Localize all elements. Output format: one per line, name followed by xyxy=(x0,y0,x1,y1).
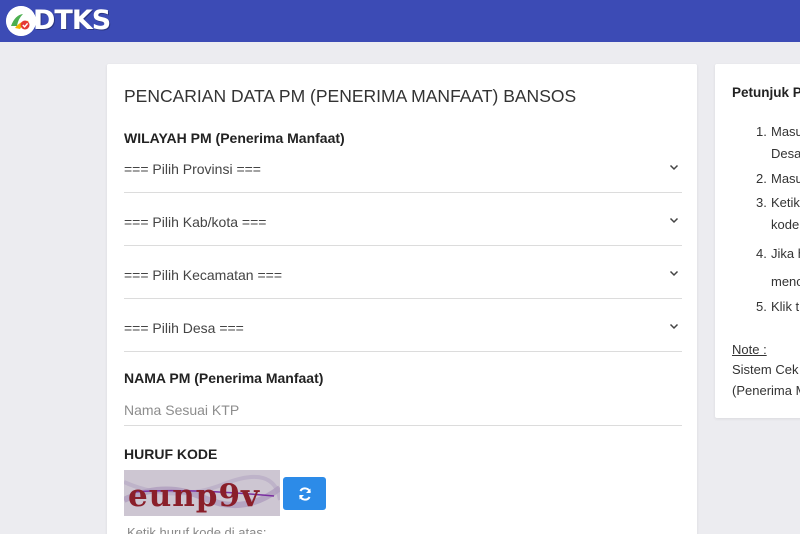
step-3-text: Ketik xyxy=(771,195,800,210)
step-4-number: 4. xyxy=(756,246,767,261)
top-navbar: DTKS xyxy=(0,0,800,42)
instructions-title: Petunjuk P xyxy=(732,85,800,100)
step-1-number: 1. xyxy=(756,124,767,139)
logo-text: DTKS xyxy=(33,5,111,36)
kecamatan-select[interactable]: === Pilih Kecamatan === xyxy=(124,255,682,299)
step-1-text-2: Desa xyxy=(771,146,800,161)
desa-select-value: === Pilih Desa === xyxy=(124,320,244,336)
step-3-number: 3. xyxy=(756,195,767,210)
chevron-down-icon xyxy=(669,323,679,330)
kode-label: HURUF KODE xyxy=(124,446,218,462)
instructions-card: Petunjuk P 1. Masu Desa 2. Masu 3. Ketik… xyxy=(715,64,800,418)
search-form-card: PENCARIAN DATA PM (PENERIMA MANFAAT) BAN… xyxy=(107,64,697,534)
kabkota-select-value: === Pilih Kab/kota === xyxy=(124,214,267,230)
refresh-icon xyxy=(298,486,311,501)
step-2-text: Masu xyxy=(771,171,800,186)
step-2-number: 2. xyxy=(756,171,767,186)
nama-input[interactable] xyxy=(124,396,682,424)
captcha-image: eunp9v xyxy=(124,470,280,516)
desa-select[interactable]: === Pilih Desa === xyxy=(124,308,682,352)
nama-label: NAMA PM (Penerima Manfaat) xyxy=(124,370,324,386)
chevron-down-icon xyxy=(669,164,679,171)
wilayah-label: WILAYAH PM (Penerima Manfaat) xyxy=(124,130,345,146)
refresh-captcha-button[interactable] xyxy=(283,477,326,510)
step-4-text: Jika h xyxy=(771,246,800,261)
kode-hint: Ketik huruf kode di atas: xyxy=(127,525,267,534)
nama-field-wrapper xyxy=(124,396,682,426)
note-label: Note : xyxy=(732,342,767,357)
step-5-text: Klik t xyxy=(771,299,800,314)
provinsi-select-value: === Pilih Provinsi === xyxy=(124,161,261,177)
step-4-text-2: menc xyxy=(771,274,800,289)
chevron-down-icon xyxy=(669,270,679,277)
kecamatan-select-value: === Pilih Kecamatan === xyxy=(124,267,282,283)
page-title: PENCARIAN DATA PM (PENERIMA MANFAAT) BAN… xyxy=(124,86,577,106)
step-1-text: Masu xyxy=(771,124,800,139)
kabkota-select[interactable]: === Pilih Kab/kota === xyxy=(124,202,682,246)
chevron-down-icon xyxy=(669,217,679,224)
logo-emblem-icon xyxy=(6,6,36,36)
provinsi-select[interactable]: === Pilih Provinsi === xyxy=(124,149,682,193)
captcha-text: eunp9v xyxy=(128,478,260,514)
note-text-1: Sistem Cek xyxy=(732,362,799,377)
step-3-text-2: kode xyxy=(771,217,800,232)
note-text-2: (Penerima M xyxy=(732,383,800,398)
dtks-logo[interactable]: DTKS xyxy=(6,4,111,38)
step-5-number: 5. xyxy=(756,299,767,314)
